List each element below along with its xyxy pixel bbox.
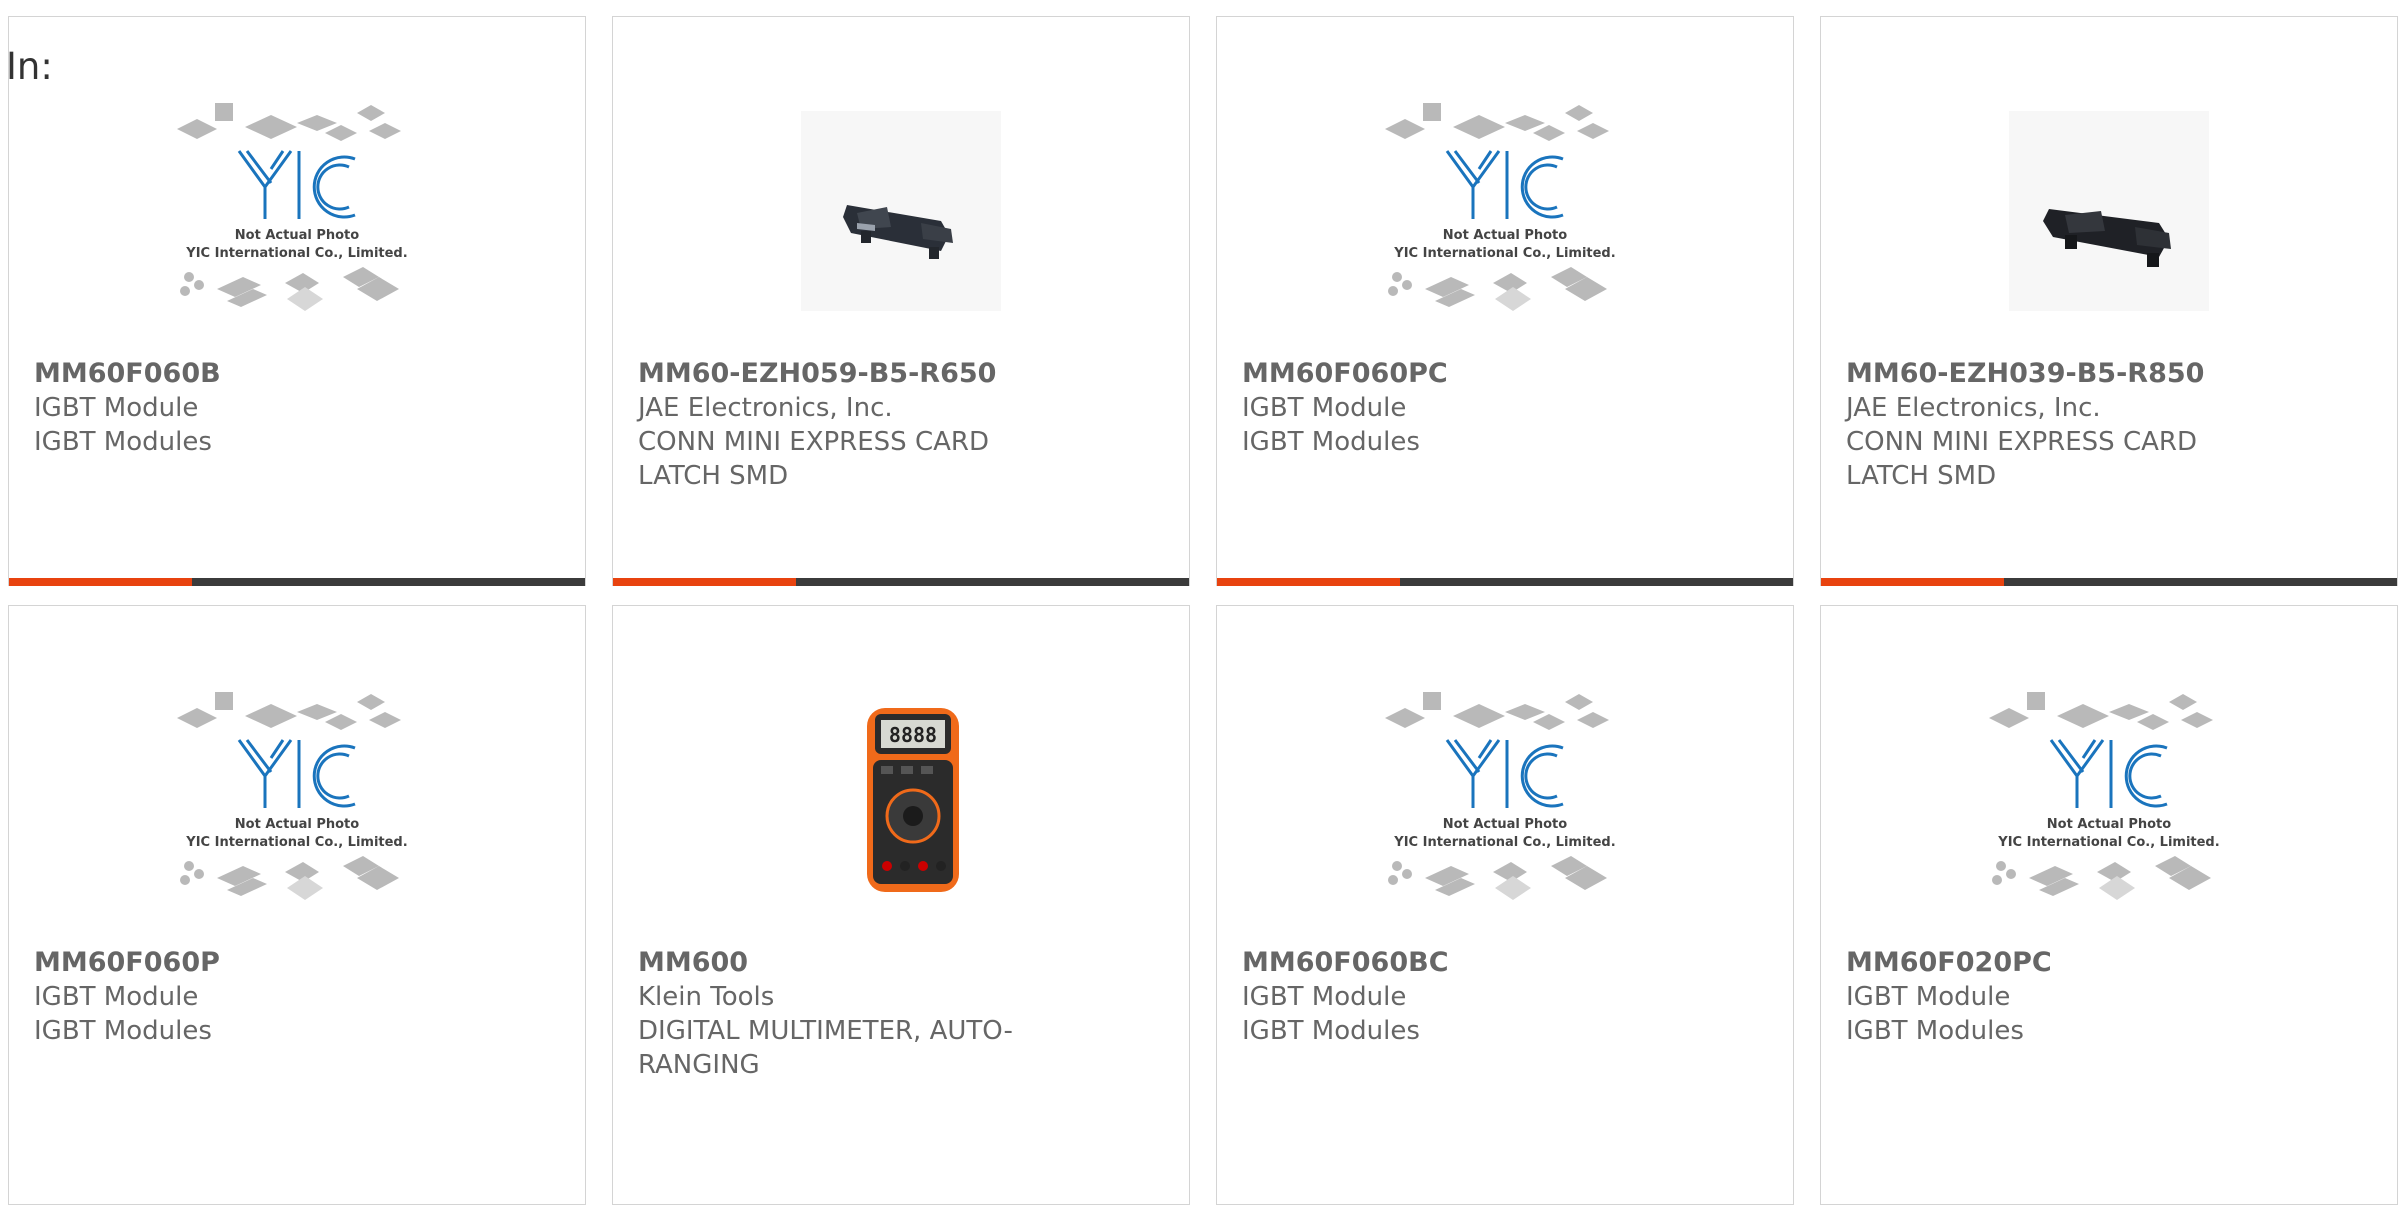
manufacturer: JAE Electronics, Inc.: [638, 393, 893, 423]
placeholder-text-2: YIC International Co., Limited.: [1393, 246, 1615, 261]
product-card[interactable]: Not Actual Photo YIC International Co., …: [8, 16, 586, 586]
card-accent-bar: [613, 578, 796, 586]
description: IGBT Modules: [34, 427, 212, 457]
product-card[interactable]: MM60-EZH039-B5-R850 JAE Electronics, Inc…: [1820, 16, 2398, 586]
product-image[interactable]: Not Actual Photo YIC International Co., …: [9, 61, 585, 361]
product-info: MM60-EZH059-B5-R650 JAE Electronics, Inc…: [638, 357, 1164, 493]
part-number-link[interactable]: MM60F060BC: [1242, 946, 1768, 980]
placeholder-text-1: Not Actual Photo: [235, 228, 359, 243]
part-number-link[interactable]: MM60F060P: [34, 946, 560, 980]
product-card[interactable]: Not Actual Photo YIC International Co., …: [1216, 605, 1794, 1205]
product-info: MM60-EZH039-B5-R850 JAE Electronics, Inc…: [1846, 357, 2372, 493]
placeholder-text-2: YIC International Co., Limited.: [185, 835, 407, 850]
card-bottom-bar: [1217, 578, 1793, 586]
product-info: MM60F060P IGBT Module IGBT Modules: [34, 946, 560, 1048]
card-accent-bar: [9, 578, 192, 586]
placeholder-text-1: Not Actual Photo: [1443, 228, 1567, 243]
card-accent-bar: [1821, 578, 2004, 586]
part-number-link[interactable]: MM60F060B: [34, 357, 560, 391]
product-info: MM600 Klein Tools DIGITAL MULTIMETER, AU…: [638, 946, 1164, 1082]
manufacturer: JAE Electronics, Inc.: [1846, 393, 2101, 423]
card-accent-bar: [1217, 578, 1400, 586]
description: CONN MINI EXPRESS CARD LATCH SMD: [638, 427, 989, 491]
product-image[interactable]: Not Actual Photo YIC International Co., …: [1217, 650, 1793, 950]
card-bottom-bar: [613, 578, 1189, 586]
manufacturer: IGBT Module: [1242, 393, 1407, 423]
part-number-link[interactable]: MM60F020PC: [1846, 946, 2372, 980]
manufacturer: IGBT Module: [1242, 982, 1407, 1012]
product-card[interactable]: Not Actual Photo YIC International Co., …: [8, 605, 586, 1205]
product-image[interactable]: Not Actual Photo YIC International Co., …: [1821, 650, 2397, 950]
manufacturer: Klein Tools: [638, 982, 775, 1012]
description: IGBT Modules: [1846, 1016, 2024, 1046]
product-image[interactable]: Not Actual Photo YIC International Co., …: [1217, 61, 1793, 361]
product-info: MM60F020PC IGBT Module IGBT Modules: [1846, 946, 2372, 1048]
product-card[interactable]: 8888 MM600 Klein Tools DIGITAL MULTIMETE…: [612, 605, 1190, 1205]
description: IGBT Modules: [1242, 427, 1420, 457]
description: IGBT Modules: [1242, 1016, 1420, 1046]
placeholder-text-2: YIC International Co., Limited.: [1997, 835, 2219, 850]
product-image[interactable]: [1821, 61, 2397, 361]
in-label: In:: [6, 45, 53, 88]
manufacturer: IGBT Module: [1846, 982, 2011, 1012]
manufacturer: IGBT Module: [34, 982, 199, 1012]
description: DIGITAL MULTIMETER, AUTO-RANGING: [638, 1016, 1013, 1080]
placeholder-text-1: Not Actual Photo: [235, 817, 359, 832]
placeholder-text-1: Not Actual Photo: [2047, 817, 2171, 832]
product-info: MM60F060PC IGBT Module IGBT Modules: [1242, 357, 1768, 459]
product-info: MM60F060B IGBT Module IGBT Modules: [34, 357, 560, 459]
description: CONN MINI EXPRESS CARD LATCH SMD: [1846, 427, 2197, 491]
card-bottom-bar: [1821, 578, 2397, 586]
product-card[interactable]: Not Actual Photo YIC International Co., …: [1820, 605, 2398, 1205]
part-number-link[interactable]: MM60-EZH059-B5-R650: [638, 357, 1164, 391]
part-number-link[interactable]: MM600: [638, 946, 1164, 980]
placeholder-text-2: YIC International Co., Limited.: [1393, 835, 1615, 850]
product-image[interactable]: [613, 61, 1189, 361]
placeholder-text-1: Not Actual Photo: [1443, 817, 1567, 832]
svg-text:8888: 8888: [889, 723, 937, 747]
product-image[interactable]: 8888: [613, 650, 1189, 950]
product-card[interactable]: Not Actual Photo YIC International Co., …: [1216, 16, 1794, 586]
product-card[interactable]: MM60-EZH059-B5-R650 JAE Electronics, Inc…: [612, 16, 1190, 586]
product-image[interactable]: Not Actual Photo YIC International Co., …: [9, 650, 585, 950]
manufacturer: IGBT Module: [34, 393, 199, 423]
part-number-link[interactable]: MM60-EZH039-B5-R850: [1846, 357, 2372, 391]
placeholder-text-2: YIC International Co., Limited.: [185, 246, 407, 261]
description: IGBT Modules: [34, 1016, 212, 1046]
card-bottom-bar: [9, 578, 585, 586]
part-number-link[interactable]: MM60F060PC: [1242, 357, 1768, 391]
product-info: MM60F060BC IGBT Module IGBT Modules: [1242, 946, 1768, 1048]
